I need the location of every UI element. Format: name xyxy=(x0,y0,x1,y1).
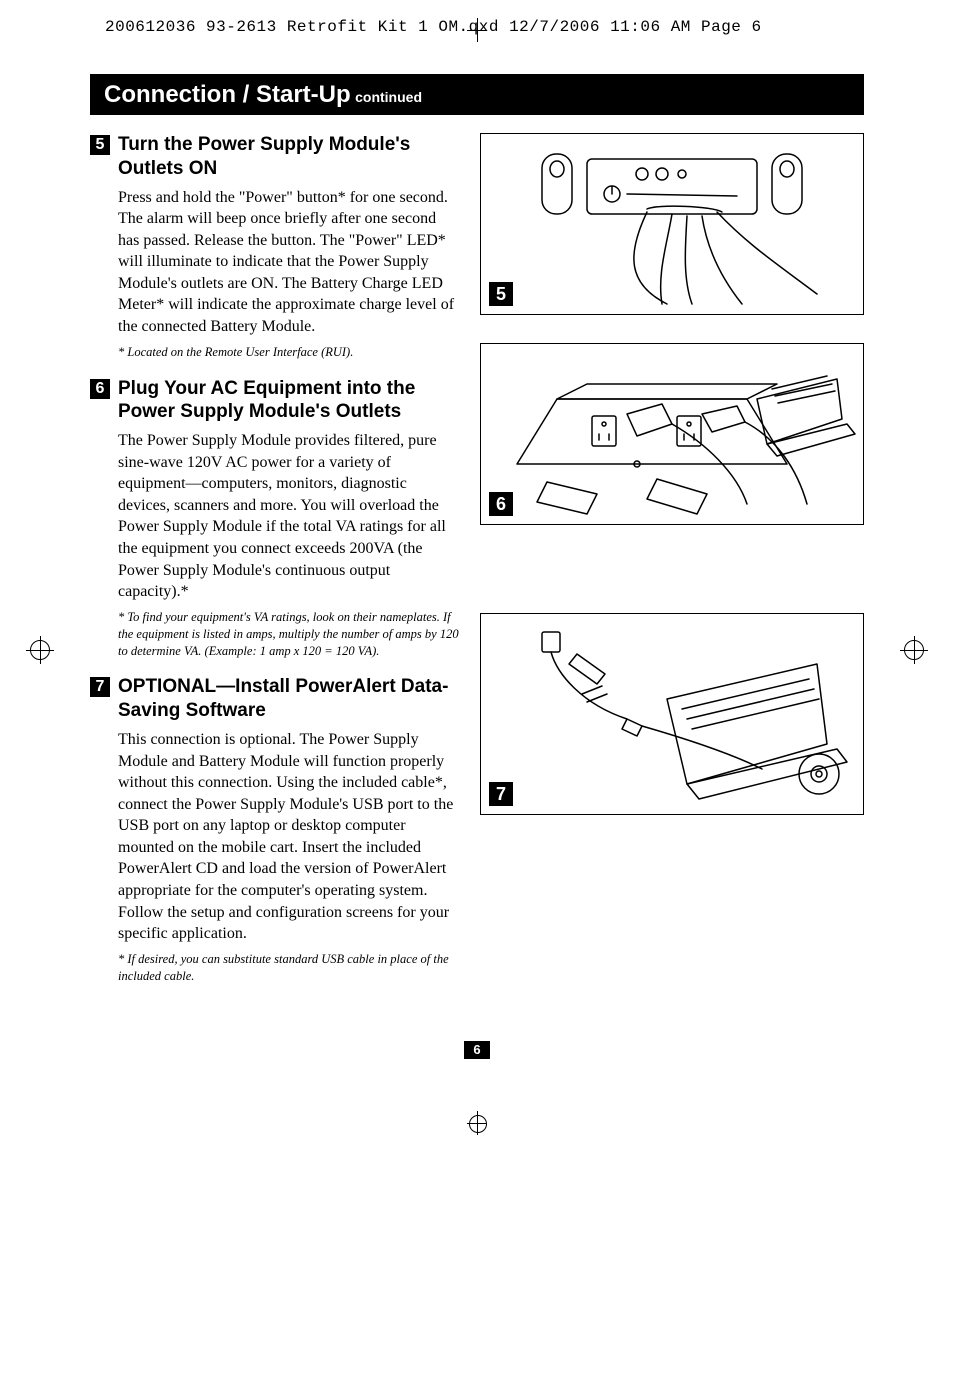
step-number-badge: 7 xyxy=(90,677,110,697)
step-footnote: * To find your equipment's VA ratings, l… xyxy=(90,609,460,660)
section-banner: Connection / Start-Up continued xyxy=(90,74,864,115)
step-body: This connection is optional. The Power S… xyxy=(90,729,460,945)
usb-laptop-drawing xyxy=(481,614,863,814)
step-6: 6 Plug Your AC Equipment into the Power … xyxy=(90,377,460,660)
power-button-drawing xyxy=(481,134,863,314)
plug-equipment-drawing xyxy=(481,344,863,524)
top-registration-mark xyxy=(0,26,954,50)
banner-title: Connection / Start-Up xyxy=(104,81,351,108)
illustration-6: 6 xyxy=(480,343,864,525)
illustration-7: 7 xyxy=(480,613,864,815)
bottom-registration-mark xyxy=(0,1111,954,1141)
step-number-badge: 5 xyxy=(90,135,110,155)
step-footnote: * If desired, you can substitute standar… xyxy=(90,951,460,985)
illustration-badge: 6 xyxy=(489,492,513,516)
step-body: Press and hold the "Power" button* for o… xyxy=(90,187,460,338)
illustration-badge: 5 xyxy=(489,282,513,306)
illustration-badge: 7 xyxy=(489,782,513,806)
step-footnote: * Located on the Remote User Interface (… xyxy=(90,344,460,361)
step-title: Turn the Power Supply Module's Outlets O… xyxy=(118,133,460,181)
step-7: 7 OPTIONAL—Install PowerAlert Data-Savin… xyxy=(90,675,460,984)
step-5: 5 Turn the Power Supply Module's Outlets… xyxy=(90,133,460,361)
page-number: 6 xyxy=(464,1041,490,1059)
illustration-5: 5 xyxy=(480,133,864,315)
step-title: OPTIONAL—Install PowerAlert Data-Saving … xyxy=(118,675,460,723)
step-body: The Power Supply Module provides filtere… xyxy=(90,430,460,603)
step-number-badge: 6 xyxy=(90,379,110,399)
step-title: Plug Your AC Equipment into the Power Su… xyxy=(118,377,460,425)
banner-suffix: continued xyxy=(355,89,422,105)
